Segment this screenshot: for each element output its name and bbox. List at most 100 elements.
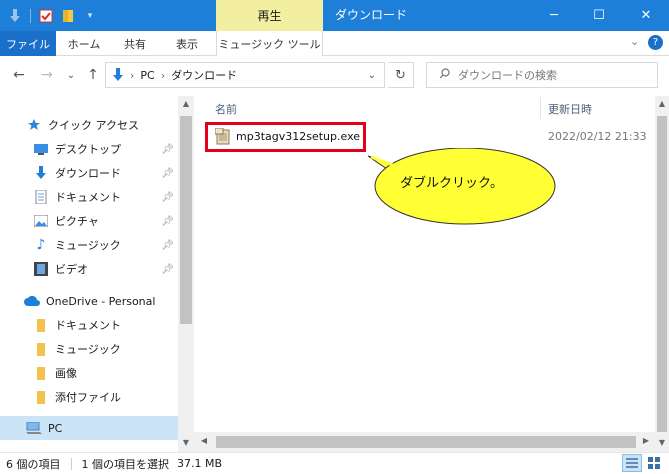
video-icon (33, 261, 49, 277)
nav-quick-access[interactable]: クイック アクセス (0, 113, 178, 137)
scroll-right-icon[interactable]: ▶ (640, 436, 652, 448)
large-icons-view-button[interactable] (644, 454, 664, 472)
nav-label: ダウンロード (55, 167, 121, 180)
folder-icon (33, 389, 49, 405)
forward-button[interactable]: → (38, 66, 56, 84)
nav-item-videos[interactable]: ビデオ 📌︎ (0, 257, 178, 281)
search-input[interactable]: ダウンロードの検索 (426, 62, 658, 88)
up-button[interactable]: ↑ (84, 66, 102, 84)
search-placeholder: ダウンロードの検索 (458, 69, 557, 82)
nav-label: デスクトップ (55, 143, 121, 156)
pin-icon[interactable]: 📌︎ (161, 144, 174, 155)
back-button[interactable]: ← (10, 66, 28, 84)
nav-label: ドキュメント (55, 191, 121, 204)
nav-label: クイック アクセス (48, 119, 139, 132)
status-item-count: 6 個の項目 (6, 457, 61, 471)
download-location-icon (112, 68, 124, 82)
nav-label: ドキュメント (55, 319, 121, 332)
recent-locations-icon[interactable]: ⌄ (64, 66, 78, 84)
breadcrumb-pc[interactable]: PC (140, 69, 154, 82)
close-button[interactable]: ✕ (623, 0, 669, 31)
ribbon-expand-icon[interactable]: ⌄ (630, 35, 639, 48)
column-header-name[interactable]: 名前 (215, 101, 237, 117)
pin-icon[interactable]: 📌︎ (161, 168, 174, 179)
column-divider[interactable] (540, 97, 541, 119)
refresh-icon: ↻ (395, 67, 406, 83)
nav-item-onedrive-music[interactable]: ミュージック (0, 337, 178, 361)
breadcrumb-downloads[interactable]: ダウンロード (171, 67, 237, 83)
address-dropdown-icon[interactable]: ⌄ (368, 70, 376, 81)
status-divider (70, 457, 72, 470)
folder-icon (33, 341, 49, 357)
nav-label: PC (48, 421, 63, 435)
window-title: ダウンロード (335, 8, 408, 22)
nav-item-music[interactable]: ♪ ミュージック 📌︎ (0, 233, 178, 257)
scroll-up-icon[interactable]: ▲ (656, 99, 668, 109)
file-date: 2022/02/12 21:33 (548, 130, 647, 143)
nav-item-pc[interactable]: PC (0, 416, 178, 440)
nav-item-onedrive-images[interactable]: 画像 (0, 361, 178, 385)
minimize-button[interactable]: ─ (531, 0, 577, 31)
download-icon (33, 165, 49, 181)
computer-icon (26, 420, 42, 436)
nav-label: 添付ファイル (55, 391, 121, 404)
large-icons-view-icon (648, 457, 660, 469)
callout-text: ダブルクリック。 (400, 176, 503, 191)
nav-item-onedrive-documents[interactable]: ドキュメント (0, 313, 178, 337)
nav-label: ミュージック (55, 343, 121, 356)
address-bar[interactable]: › PC › ダウンロード ⌄ (105, 62, 385, 88)
scroll-down-icon[interactable]: ▼ (656, 438, 668, 448)
maximize-button[interactable]: ☐ (576, 0, 622, 31)
document-icon (33, 189, 49, 205)
column-header-date[interactable]: 更新日時 (548, 101, 592, 117)
new-folder-icon[interactable] (61, 8, 75, 24)
pin-icon[interactable]: 📌︎ (161, 240, 174, 251)
star-icon (26, 117, 42, 133)
tab-home[interactable]: ホーム (60, 31, 108, 56)
help-icon[interactable]: ? (648, 35, 663, 50)
nav-label: ピクチャ (55, 215, 99, 228)
details-view-button[interactable] (622, 454, 642, 472)
details-view-icon (626, 458, 638, 468)
tab-file[interactable]: ファイル (0, 31, 56, 56)
content-horizontal-scrollbar-thumb[interactable] (216, 436, 636, 448)
nav-item-desktop[interactable]: デスクトップ 📌︎ (0, 137, 178, 161)
qat-dropdown-icon[interactable]: ▾ (83, 8, 97, 24)
scroll-left-icon[interactable]: ◀ (198, 436, 210, 448)
nav-onedrive[interactable]: OneDrive - Personal (0, 289, 178, 313)
breadcrumb-separator: › (160, 68, 166, 82)
quick-access-toolbar: ▾ (8, 7, 97, 25)
content-vertical-scrollbar-thumb[interactable] (657, 116, 667, 432)
breadcrumb-separator: › (130, 68, 135, 82)
search-icon (439, 68, 450, 82)
properties-icon[interactable] (39, 8, 53, 24)
picture-icon (33, 213, 49, 229)
nav-item-downloads[interactable]: ダウンロード 📌︎ (0, 161, 178, 185)
callout-bubble (367, 148, 556, 225)
nav-label: ミュージック (55, 239, 121, 252)
pin-icon[interactable]: 📌︎ (161, 264, 174, 275)
music-icon: ♪ (36, 237, 46, 253)
save-arrow-icon[interactable] (8, 8, 22, 24)
nav-label: ビデオ (55, 263, 88, 276)
nav-item-pictures[interactable]: ピクチャ 📌︎ (0, 209, 178, 233)
status-bar: 6 個の項目 1 個の項目を選択 37.1 MB (0, 452, 669, 474)
folder-icon (33, 317, 49, 333)
tab-share[interactable]: 共有 (112, 31, 158, 56)
folder-icon (33, 365, 49, 381)
scroll-down-icon[interactable]: ▼ (180, 438, 192, 448)
refresh-button[interactable]: ↻ (388, 62, 414, 88)
nav-scrollbar-thumb[interactable] (180, 116, 192, 324)
nav-item-documents[interactable]: ドキュメント 📌︎ (0, 185, 178, 209)
status-size: 37.1 MB (177, 457, 223, 470)
tab-music-tools[interactable]: ミュージック ツール (216, 31, 323, 56)
pin-icon[interactable]: 📌︎ (161, 216, 174, 227)
cloud-icon (24, 293, 40, 309)
pin-icon[interactable]: 📌︎ (161, 192, 174, 203)
status-selection: 1 個の項目を選択 (81, 457, 170, 471)
context-tab-playback[interactable]: 再生 (216, 0, 323, 31)
nav-label: OneDrive - Personal (46, 294, 156, 308)
nav-item-onedrive-attachments[interactable]: 添付ファイル (0, 385, 178, 409)
scroll-up-icon[interactable]: ▲ (180, 99, 192, 109)
tab-view[interactable]: 表示 (162, 31, 212, 56)
